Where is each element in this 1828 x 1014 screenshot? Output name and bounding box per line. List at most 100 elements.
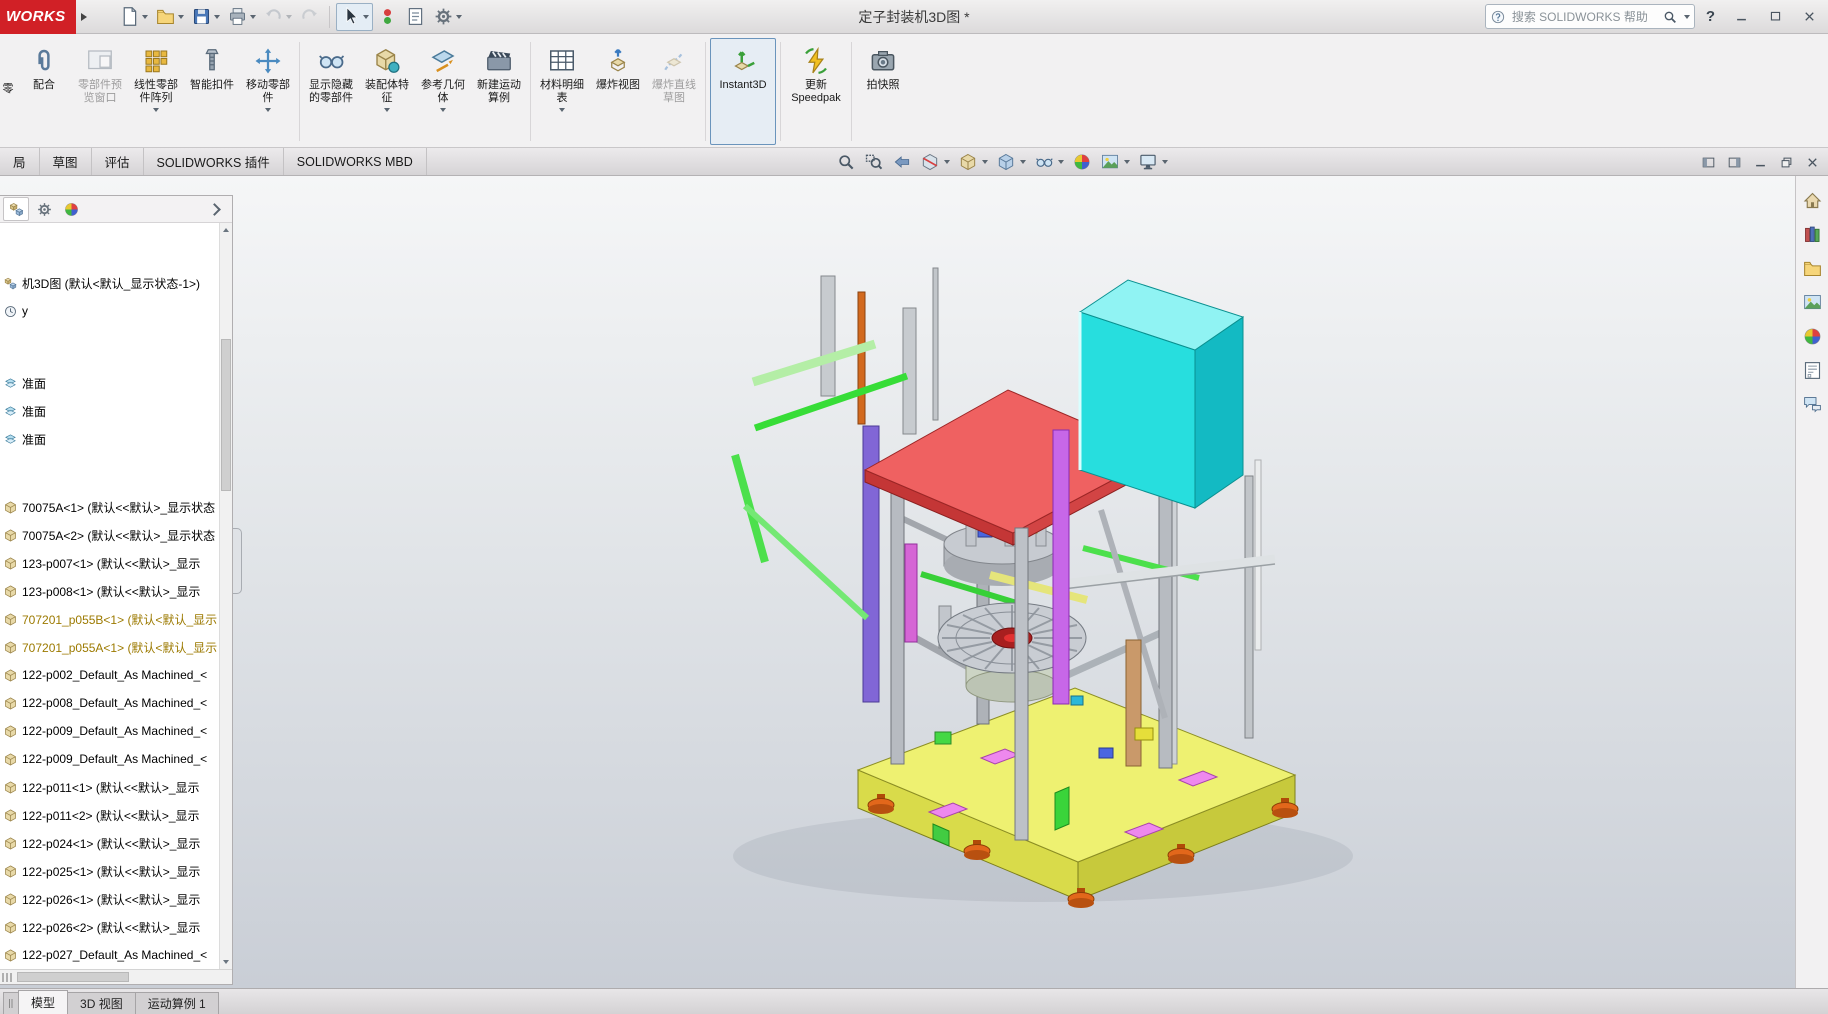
propertymanager-tab[interactable] bbox=[32, 198, 56, 220]
tab-motion-study-1[interactable]: 运动算例 1 bbox=[135, 992, 219, 1014]
help-button[interactable]: ? bbox=[1699, 8, 1722, 25]
tree-item-component[interactable]: 122-p027_Default_As Machined_< bbox=[0, 941, 232, 969]
tree-item-component[interactable]: 123-p007<1> (默认<<默认>_显示 bbox=[0, 549, 232, 577]
tree-hscroll-thumb[interactable] bbox=[17, 972, 129, 982]
window-maximize-button[interactable] bbox=[1760, 4, 1790, 30]
document-restore-icon[interactable] bbox=[1779, 155, 1794, 170]
tree-item-component-lightweight[interactable]: 707201_p055A<1> (默认<默认_显示 bbox=[0, 633, 232, 661]
tab-solidworks-addins[interactable]: SOLIDWORKS 插件 bbox=[144, 148, 284, 175]
previous-view-button[interactable] bbox=[892, 152, 912, 172]
redo-button[interactable] bbox=[296, 4, 323, 30]
view-orientation-button[interactable] bbox=[958, 152, 988, 172]
search-icon[interactable] bbox=[1662, 9, 1678, 25]
scroll-down-arrow-icon[interactable] bbox=[220, 956, 232, 968]
help-search-box[interactable] bbox=[1485, 4, 1695, 29]
document-close-icon[interactable] bbox=[1805, 155, 1820, 170]
search-input[interactable] bbox=[1510, 9, 1658, 25]
tab-model[interactable]: 模型 bbox=[18, 990, 68, 1014]
displaymanager-tab[interactable] bbox=[59, 198, 83, 220]
take-snapshot-button[interactable]: 拍快照 bbox=[856, 38, 910, 145]
component-preview-window-button[interactable]: 零部件预览窗口 bbox=[73, 38, 127, 145]
new-document-button[interactable] bbox=[116, 4, 151, 30]
panel-splitter-handle[interactable] bbox=[233, 528, 242, 594]
tree-item-component[interactable]: 123-p008<1> (默认<<默认>_显示 bbox=[0, 577, 232, 605]
view-palette-button[interactable] bbox=[1802, 292, 1823, 313]
tree-item-component[interactable]: 122-p026<1> (默认<<默认>_显示 bbox=[0, 885, 232, 913]
tree-vertical-scrollbar[interactable] bbox=[219, 223, 232, 969]
mate-button[interactable]: 配合 bbox=[17, 38, 71, 145]
assembly-features-button[interactable]: 装配体特征 bbox=[360, 38, 414, 145]
explode-line-sketch-button[interactable]: 爆炸直线草图 bbox=[647, 38, 701, 145]
tree-item-component[interactable]: 122-p026<2> (默认<<默认>_显示 bbox=[0, 913, 232, 941]
tree-item-component[interactable]: 122-p009_Default_As Machined_< bbox=[0, 745, 232, 773]
undo-button[interactable] bbox=[260, 4, 295, 30]
tree-item-component[interactable]: 122-p024<1> (默认<<默认>_显示 bbox=[0, 829, 232, 857]
custom-properties-button[interactable] bbox=[1802, 360, 1823, 381]
zoom-to-fit-button[interactable] bbox=[836, 152, 856, 172]
view-settings-button[interactable] bbox=[1138, 152, 1168, 172]
move-component-button[interactable]: 移动零部件 bbox=[241, 38, 295, 145]
tree-item-component[interactable]: 122-p025<1> (默认<<默认>_显示 bbox=[0, 857, 232, 885]
print-button[interactable] bbox=[224, 4, 259, 30]
tree-item-component[interactable]: 122-p008_Default_As Machined_< bbox=[0, 689, 232, 717]
tree-horizontal-scrollbar[interactable] bbox=[0, 969, 232, 984]
tree-item-component[interactable]: 122-p002_Default_As Machined_< bbox=[0, 661, 232, 689]
insert-components-button-clipped[interactable]: 零 bbox=[0, 36, 16, 147]
tree-item-root[interactable]: 机3D图 (默认<默认_显示状态-1>) bbox=[0, 269, 232, 297]
select-tool-button[interactable] bbox=[336, 3, 373, 31]
menu-flyout-button[interactable] bbox=[76, 0, 92, 34]
featuremanager-tab[interactable] bbox=[3, 197, 29, 221]
tab-3d-views[interactable]: 3D 视图 bbox=[67, 992, 136, 1014]
edit-appearance-button[interactable] bbox=[1072, 152, 1092, 172]
display-style-button[interactable] bbox=[996, 152, 1026, 172]
search-dropdown-caret-icon[interactable] bbox=[1684, 15, 1690, 19]
options-button[interactable] bbox=[430, 4, 465, 30]
tree-item-component[interactable]: 122-p011<2> (默认<<默认>_显示 bbox=[0, 801, 232, 829]
sheet-tabs-grip[interactable] bbox=[3, 992, 19, 1014]
open-document-button[interactable] bbox=[152, 4, 187, 30]
tree-item-history[interactable]: y bbox=[0, 297, 232, 325]
apply-scene-button[interactable] bbox=[1100, 152, 1130, 172]
section-view-button[interactable] bbox=[920, 152, 950, 172]
linear-component-pattern-button[interactable]: 线性零部件阵列 bbox=[129, 38, 183, 145]
panel-resize-grip[interactable] bbox=[2, 973, 13, 982]
tree-vscroll-thumb[interactable] bbox=[221, 339, 231, 491]
appearances-scenes-button[interactable] bbox=[1802, 326, 1823, 347]
tree-item-component[interactable]: 122-p011<1> (默认<<默认>_显示 bbox=[0, 773, 232, 801]
window-minimize-button[interactable] bbox=[1726, 4, 1756, 30]
window-close-button[interactable] bbox=[1794, 4, 1824, 30]
solidworks-resources-button[interactable] bbox=[1802, 190, 1823, 211]
viewport-3d-canvas[interactable] bbox=[233, 176, 1795, 988]
scroll-up-arrow-icon[interactable] bbox=[220, 224, 232, 236]
file-properties-button[interactable] bbox=[402, 4, 429, 30]
new-motion-study-button[interactable]: 新建运动算例 bbox=[472, 38, 526, 145]
reference-geometry-button[interactable]: 参考几何体 bbox=[416, 38, 470, 145]
smart-fasteners-button[interactable]: 智能扣件 bbox=[185, 38, 239, 145]
rebuild-button[interactable] bbox=[374, 4, 401, 30]
expand-panel-chevron-icon[interactable] bbox=[208, 203, 221, 216]
tree-item-component[interactable]: 70075A<1> (默认<<默认>_显示状态 bbox=[0, 493, 232, 521]
tree-item-plane[interactable]: 准面 bbox=[0, 397, 232, 425]
collapse-right-pane-icon[interactable] bbox=[1727, 155, 1742, 170]
tab-layout[interactable]: 局 bbox=[0, 148, 40, 175]
design-library-button[interactable] bbox=[1802, 224, 1823, 245]
document-minimize-icon[interactable] bbox=[1753, 155, 1768, 170]
bill-of-materials-button[interactable]: 材料明细表 bbox=[535, 38, 589, 145]
instant3d-button[interactable]: Instant3D bbox=[710, 38, 776, 145]
update-speedpak-button[interactable]: 更新Speedpak bbox=[785, 38, 847, 145]
tree-item-component[interactable]: 70075A<2> (默认<<默认>_显示状态 bbox=[0, 521, 232, 549]
zoom-to-area-button[interactable] bbox=[864, 152, 884, 172]
tab-solidworks-mbd[interactable]: SOLIDWORKS MBD bbox=[284, 148, 427, 175]
save-button[interactable] bbox=[188, 4, 223, 30]
solidworks-forum-button[interactable] bbox=[1802, 394, 1823, 415]
tab-evaluate[interactable]: 评估 bbox=[92, 148, 144, 175]
hide-show-items-button[interactable] bbox=[1034, 152, 1064, 172]
tree-item-plane[interactable]: 准面 bbox=[0, 425, 232, 453]
collapse-left-pane-icon[interactable] bbox=[1701, 155, 1716, 170]
exploded-view-button[interactable]: 爆炸视图 bbox=[591, 38, 645, 145]
tree-item-component-lightweight[interactable]: 707201_p055B<1> (默认<默认_显示 bbox=[0, 605, 232, 633]
tab-sketch[interactable]: 草图 bbox=[40, 148, 92, 175]
file-explorer-button[interactable] bbox=[1802, 258, 1823, 279]
show-hidden-components-button[interactable]: 显示隐藏的零部件 bbox=[304, 38, 358, 145]
tree-item-plane[interactable]: 准面 bbox=[0, 369, 232, 397]
